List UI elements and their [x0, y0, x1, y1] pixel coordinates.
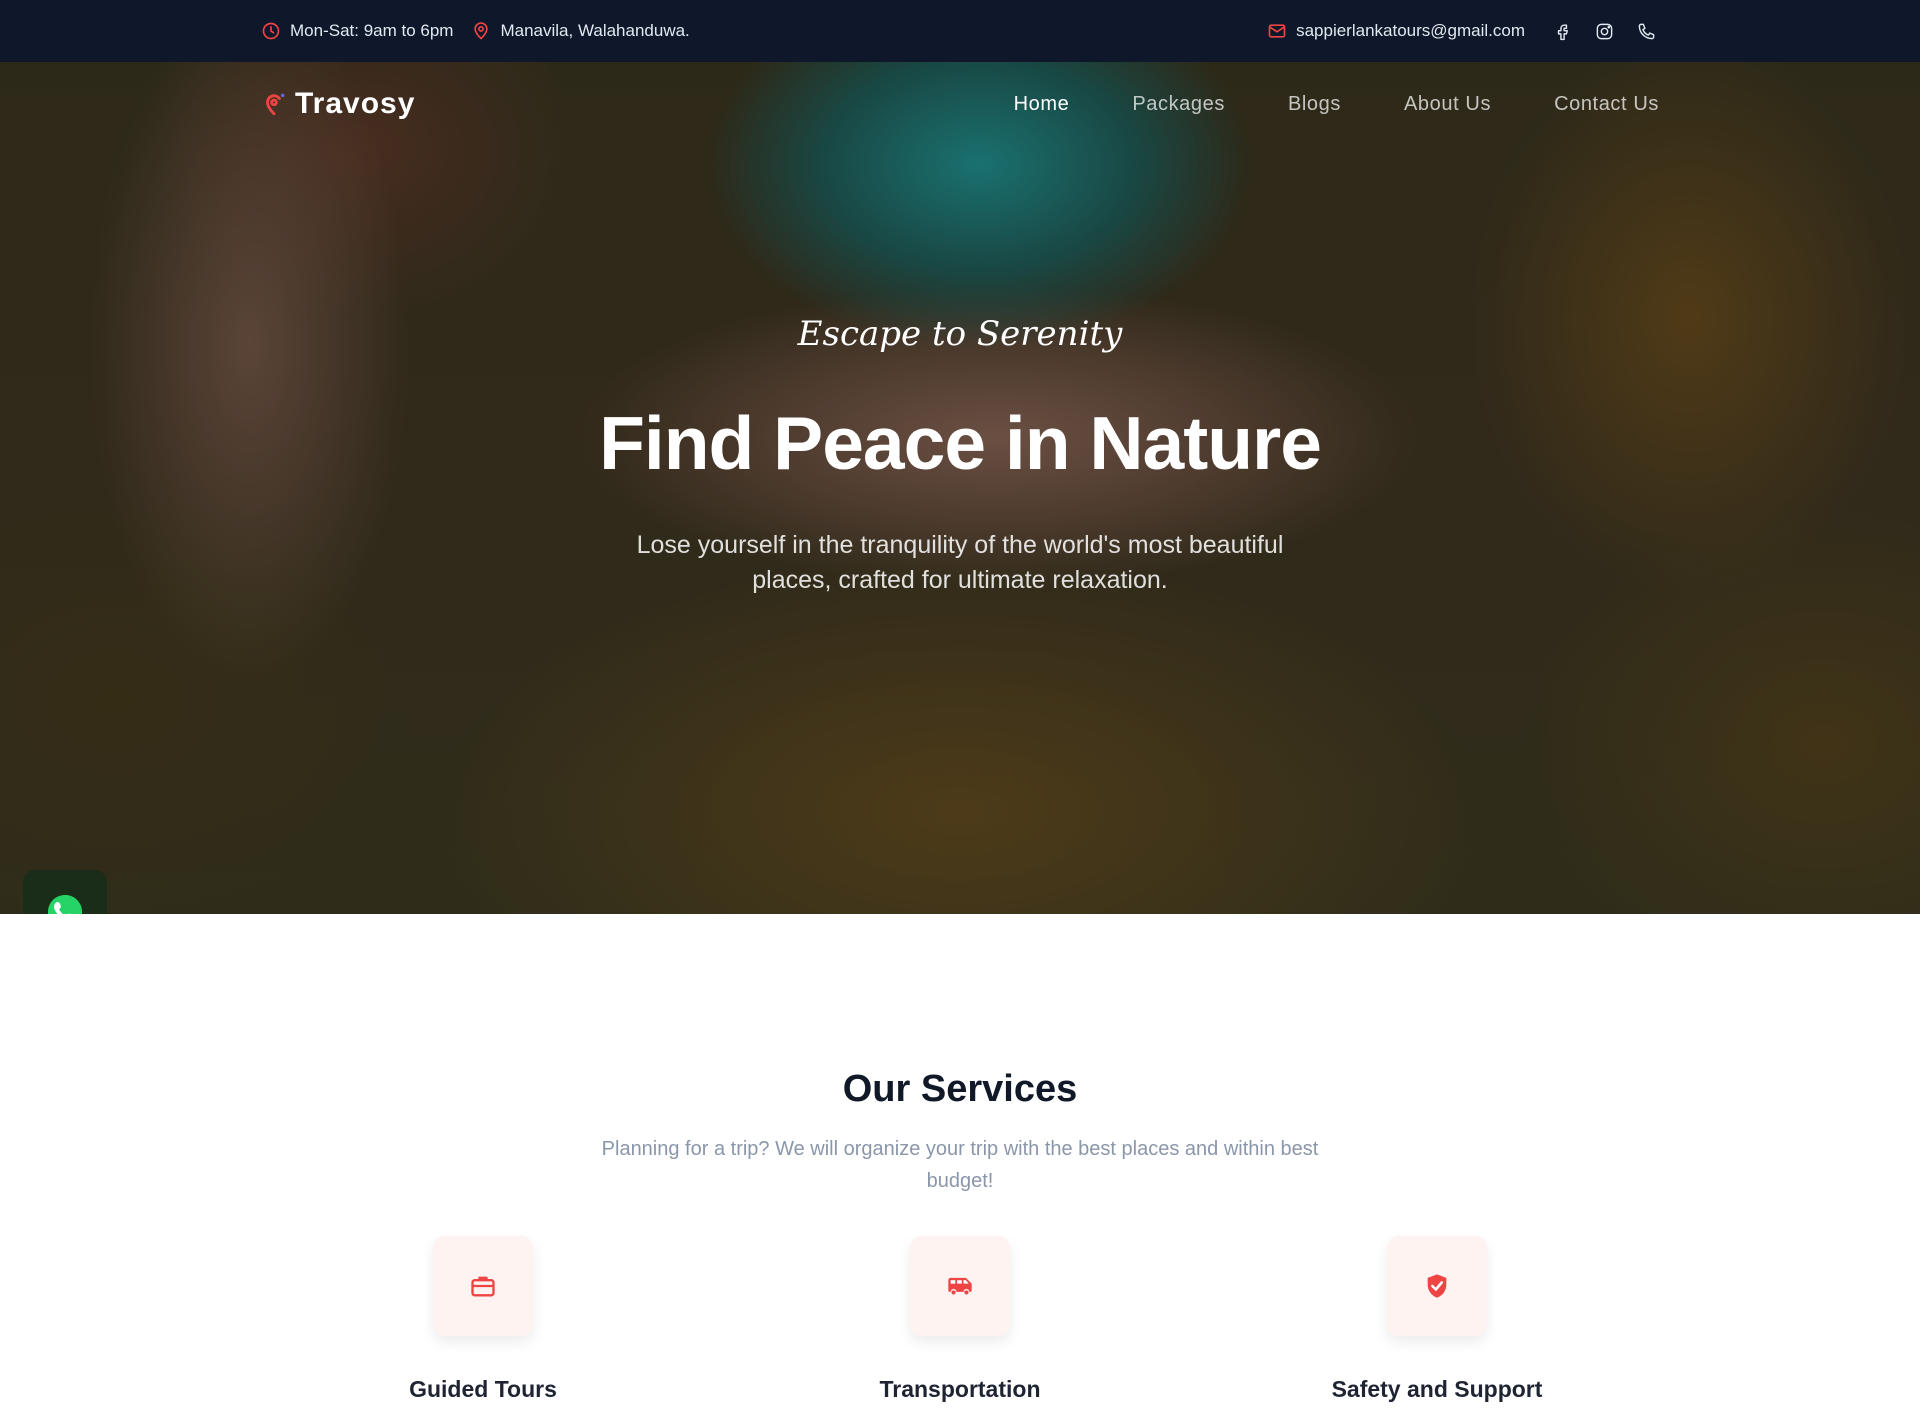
- nav-item-packages[interactable]: Packages: [1132, 93, 1225, 116]
- email-text: sappierlankatours@gmail.com: [1296, 21, 1525, 40]
- nav-item-about-us[interactable]: About Us: [1404, 93, 1491, 116]
- services-subtitle: Planning for a trip? We will organize yo…: [601, 1138, 1319, 1192]
- main-navigation: Travosy Home Packages Blogs About Us Con…: [261, 84, 1659, 124]
- service-card-safety-support[interactable]: Safety and Support: [1287, 1236, 1587, 1403]
- logo-icon: [266, 93, 285, 116]
- service-icon-box: [1387, 1236, 1487, 1336]
- business-location-text: Manavila, Walahanduwa.: [500, 21, 690, 40]
- brand-logo[interactable]: Travosy: [261, 87, 415, 121]
- mail-icon: [1268, 24, 1286, 38]
- nav-item-contact-us[interactable]: Contact Us: [1554, 93, 1659, 116]
- shield-check-icon: [1427, 1274, 1447, 1298]
- bus-icon: [948, 1277, 972, 1295]
- hero-tagline: Escape to Serenity: [797, 314, 1123, 354]
- service-label: Safety and Support: [1331, 1376, 1543, 1402]
- business-hours: Mon-Sat: 9am to 6pm: [261, 21, 453, 41]
- hero-headline: Find Peace in Nature: [599, 401, 1322, 485]
- phone-link[interactable]: [1633, 18, 1659, 44]
- service-icon-box: [910, 1236, 1010, 1336]
- nav-item-blogs[interactable]: Blogs: [1288, 93, 1341, 116]
- whatsapp-button[interactable]: [23, 870, 107, 914]
- map-pin-icon: [474, 22, 489, 40]
- service-card-transportation[interactable]: Transportation: [810, 1236, 1110, 1403]
- hero-section: Travosy Home Packages Blogs About Us Con…: [0, 62, 1920, 914]
- facebook-icon: [1557, 23, 1568, 40]
- nav-item-home[interactable]: Home: [1014, 93, 1070, 116]
- service-label: Guided Tours: [409, 1376, 557, 1402]
- service-label: Transportation: [879, 1376, 1041, 1402]
- services-title: Our Services: [842, 1068, 1078, 1110]
- business-location: Manavila, Walahanduwa.: [471, 21, 690, 41]
- business-hours-text: Mon-Sat: 9am to 6pm: [290, 21, 454, 40]
- instagram-icon: [1596, 23, 1612, 39]
- briefcase-icon: [471, 1276, 495, 1297]
- whatsapp-icon: [47, 894, 83, 914]
- hero-subtext: Lose yourself in the tranquility of the …: [636, 531, 1284, 594]
- service-card-guided-tours[interactable]: Guided Tours: [333, 1236, 633, 1403]
- top-info-bar: Mon-Sat: 9am to 6pm Manavila, Walahanduw…: [0, 0, 1920, 62]
- facebook-link[interactable]: [1549, 18, 1575, 44]
- clock-icon: [262, 22, 280, 40]
- phone-icon: [1638, 23, 1654, 39]
- instagram-link[interactable]: [1591, 18, 1617, 44]
- service-icon-box: [433, 1236, 533, 1336]
- brand-name: Travosy: [295, 87, 416, 120]
- nav-menu: Home Packages Blogs About Us Contact Us: [951, 93, 1659, 116]
- email-link[interactable]: sappierlankatours@gmail.com: [1267, 21, 1525, 41]
